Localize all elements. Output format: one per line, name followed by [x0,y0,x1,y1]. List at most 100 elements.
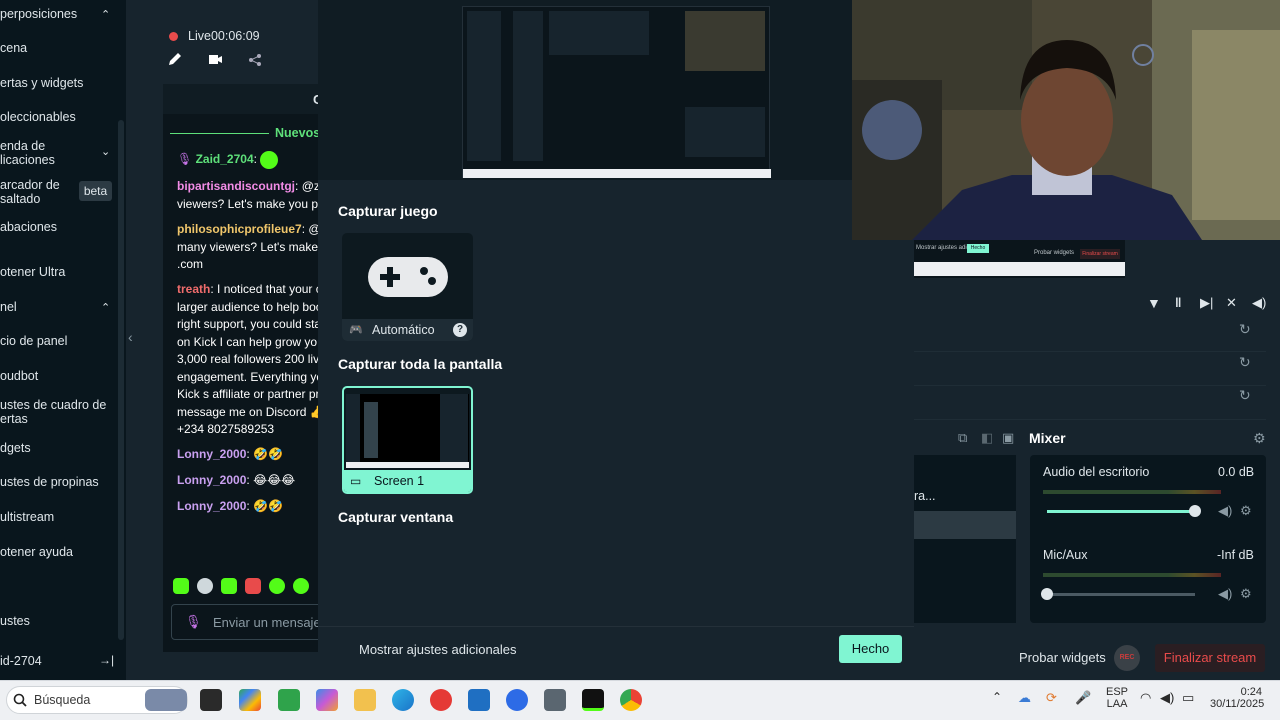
sidebar-item-cloudbot[interactable]: oudbot [0,369,126,383]
cloud-icon[interactable]: ☁ [1018,690,1031,706]
emote-icon[interactable] [293,578,309,594]
task-view-icon[interactable] [200,689,222,711]
collapse-sidebar-icon[interactable]: ‹ [128,329,133,345]
gear-icon[interactable]: ⚙ [1240,586,1252,602]
sidebar-item-scene[interactable]: cena [0,41,126,55]
play-store-icon[interactable] [239,689,261,711]
camera-icon[interactable] [544,689,566,711]
emote-icon[interactable] [221,578,237,594]
emote-icon[interactable] [269,578,285,594]
volume-slider[interactable] [1047,593,1195,596]
audio-level-meter [1043,490,1221,494]
refresh-icon[interactable]: ↻ [1239,387,1251,404]
scene-name[interactable]: ra... [914,489,936,503]
sidebar-item-collectibles[interactable]: oleccionables [0,110,126,124]
chat-username[interactable]: philosophicprofileue7 [177,222,302,236]
list-item[interactable] [914,386,1266,420]
emote-icon[interactable] [173,578,189,594]
mixer-settings-gear-icon[interactable]: ⚙ [1253,430,1266,447]
language-indicator[interactable]: ESP LAA [1106,686,1128,710]
chevron-up-icon[interactable]: ⌃ [101,301,110,314]
store-icon[interactable] [468,689,490,711]
sidebar-scrollbar[interactable] [118,120,124,640]
screen-card-label: Screen 1 [374,474,425,488]
pause-icon[interactable]: ‖ [1175,295,1181,310]
sidebar-item-alerts-widgets[interactable]: ertas y widgets [0,76,126,90]
chat-username[interactable]: Lonny_2000 [177,473,246,487]
video-icon[interactable] [207,51,223,67]
chat-username[interactable]: bipartisandiscountgj [177,179,295,193]
chat-username[interactable]: Lonny_2000 [177,499,246,513]
file-explorer-icon[interactable] [354,689,376,711]
volume-icon[interactable]: ◀) [1252,295,1266,311]
chat-text: right support, you could sta [177,317,320,331]
sidebar-item-widgets[interactable]: dgets [0,441,126,455]
screen-capture-card[interactable]: ▭ Screen 1 [342,386,473,494]
sidebar-item-tip-settings[interactable]: ustes de propinas [0,475,126,489]
speaker-icon[interactable]: ◀) [1218,586,1232,602]
refresh-icon[interactable]: ↻ [1239,354,1251,371]
app-icon[interactable] [430,689,452,711]
mini-preview-button: Finalizar stream [1080,249,1120,259]
chat-message: Lonny_2000: 🤣🤣 [177,498,320,516]
sidebar-item-label: perposiciones [0,7,78,21]
sidebar-item-settings[interactable]: ustes [0,614,126,628]
clock[interactable]: 0:24 30/11/2025 [1210,686,1264,710]
list-item[interactable] [914,318,1266,352]
sync-icon[interactable]: ⟳ [1046,690,1057,706]
gamepad-icon [368,257,448,297]
sidebar-item-multistream[interactable]: ultistream [0,510,126,524]
refresh-icon[interactable]: ↻ [1239,321,1251,338]
sidebar-item-alertbox-settings[interactable]: ustes de cuadro de ertas [0,398,126,426]
logout-icon[interactable]: →| [99,653,114,667]
chat-text: viewers? Let's make you po [177,196,320,211]
done-button[interactable]: Hecho [839,635,902,663]
gear-icon[interactable]: ⚙ [1240,503,1252,519]
copilot-icon[interactable] [316,689,338,711]
chrome-icon[interactable] [620,689,642,711]
speaker-icon[interactable]: ◀) [1218,503,1232,519]
show-more-settings-link[interactable]: Mostrar ajustes adicionales [359,642,517,657]
skip-icon[interactable]: ▶| [1200,295,1213,311]
mute-alerts-icon[interactable]: ✕ [1226,295,1237,311]
folder-icon[interactable]: ▣ [1002,430,1014,446]
chat-username[interactable]: treath [177,282,210,296]
help-icon[interactable]: ? [453,323,467,337]
test-widgets-button[interactable]: Probar widgets [1019,650,1106,665]
sidebar-item-get-ultra[interactable]: otener Ultra [0,265,126,279]
volume-slider-knob[interactable] [1041,588,1053,600]
volume-slider-knob[interactable] [1189,505,1201,517]
zoom-icon[interactable] [506,689,528,711]
chevron-up-icon[interactable]: ⌃ [101,8,110,21]
wifi-icon[interactable]: ◠ [1140,690,1151,706]
battery-icon[interactable]: ▭ [1182,690,1194,706]
sidebar-item-recordings[interactable]: abaciones [0,220,126,234]
sidebar-item-panel-home[interactable]: cio de panel [0,334,126,348]
emote-icon[interactable] [245,578,261,594]
chat-username[interactable]: Zaid_2704 [196,152,254,166]
sidebar-item-get-help[interactable]: otener ayuda [0,545,126,559]
edge-icon[interactable] [392,689,414,711]
game-capture-card[interactable]: 🎮 Automático ? [342,233,473,341]
volume-icon[interactable]: ◀) [1160,690,1174,706]
app-icon[interactable] [278,689,300,711]
chevron-down-icon[interactable]: ⌄ [101,145,110,158]
filter-icon[interactable]: ▼ [1147,295,1161,311]
microphone-icon[interactable]: 🎤 [1075,690,1091,706]
chat-input[interactable]: 🎙 Enviar un mensaje [171,604,331,640]
end-stream-button[interactable]: Finalizar stream [1155,644,1265,672]
emote-icon[interactable] [197,578,213,594]
edit-icon[interactable] [167,51,183,67]
list-item[interactable] [914,352,1266,386]
share-icon[interactable] [248,53,262,67]
layers-icon[interactable]: ◧ [981,430,993,446]
sidebar-item-label: dgets [0,441,31,455]
webcam-preview [852,0,1280,240]
mic-icon[interactable]: 🎙 [185,614,202,630]
rec-button[interactable]: REC [1114,645,1140,671]
streamlabs-icon[interactable] [582,689,604,711]
copy-icon[interactable]: ⧉ [958,430,967,446]
chevron-up-icon[interactable]: ⌃ [992,690,1002,704]
chat-username[interactable]: Lonny_2000 [177,447,246,461]
scene-item-selected[interactable] [914,511,1016,539]
